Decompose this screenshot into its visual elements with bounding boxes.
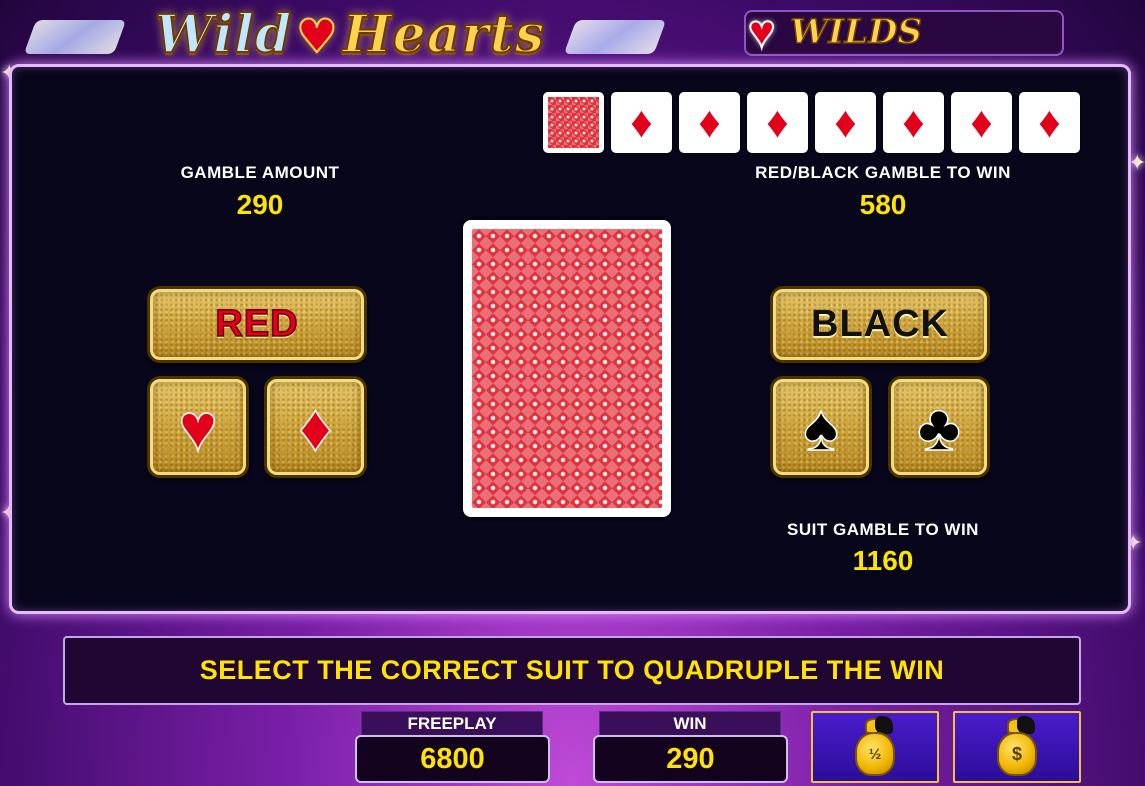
logo-title: Wild♥Hearts [154,3,546,66]
diamond-suit-icon: ♦ [970,97,993,147]
diamond-suit-icon: ♦ [698,97,721,147]
history-card: ♦ [747,92,808,153]
redblack-win-label: RED/BLACK GAMBLE TO WIN [755,163,1011,182]
diamond-suit-icon: ♦ [902,97,925,147]
heart-suit-icon: ♥ [178,390,219,464]
collect-all-button[interactable]: $ [953,711,1081,783]
win-value: 290 [593,735,788,783]
card-history: ♦ ♦ ♦ ♦ ♦ ♦ ♦ [543,92,1080,153]
diamond-suit-icon: ♦ [1038,97,1061,147]
collect-half-button[interactable]: ½ [811,711,939,783]
spades-button[interactable]: ♠ [773,379,869,475]
heart-gem-icon: ♥ [747,4,776,58]
black-button[interactable]: BLACK [773,289,987,360]
freeplay-value: 6800 [355,735,550,783]
win-label: WIN [599,711,781,735]
red-button[interactable]: RED [150,289,364,360]
money-bag-dollar-icon: $ [995,716,1039,778]
wilds-label: WILDS [789,11,923,53]
bag-body: $ [997,732,1037,776]
diamonds-button[interactable]: ♦ [267,379,364,475]
gamble-amount-label: GAMBLE AMOUNT [180,163,340,182]
redblack-win-value: 580 [859,189,907,220]
logo-word-wild: Wild [154,3,293,66]
diamond-gems-icon [563,20,667,54]
gamble-amount-value: 290 [236,189,284,220]
club-suit-icon: ♣ [917,390,962,464]
bag-body: ½ [855,732,895,776]
instruction-message: SELECT THE CORRECT SUIT TO QUADRUPLE THE… [63,636,1081,705]
suit-win-label: SUIT GAMBLE TO WIN [787,520,979,539]
history-card: ♦ [679,92,740,153]
diamond-suit-icon: ♦ [298,390,333,464]
diamond-suit-icon: ♦ [834,97,857,147]
gamble-card [463,220,671,517]
history-card: ♦ [951,92,1012,153]
heart-gem-icon: ♥ [295,8,339,64]
game-logo: Wild♥Hearts [23,2,670,66]
history-card: ♦ [611,92,672,153]
suit-win-value: 1160 [852,545,914,576]
black-button-label: BLACK [811,303,949,345]
diamond-suit-icon: ♦ [630,97,653,147]
history-card-back [543,92,604,153]
diamond-gems-icon [23,20,127,54]
card-back-icon [472,229,662,508]
history-card: ♦ [1019,92,1080,153]
red-button-label: RED [215,302,299,346]
money-bag-half-icon: ½ [853,716,897,778]
diamond-suit-icon: ♦ [766,97,789,147]
card-back-icon [548,97,599,148]
logo-word-hearts: Hearts [342,3,546,66]
spade-suit-icon: ♠ [803,390,840,464]
history-card: ♦ [815,92,876,153]
history-card: ♦ [883,92,944,153]
clubs-button[interactable]: ♣ [891,379,987,475]
hearts-button[interactable]: ♥ [150,379,246,475]
freeplay-label: FREEPLAY [361,711,543,735]
